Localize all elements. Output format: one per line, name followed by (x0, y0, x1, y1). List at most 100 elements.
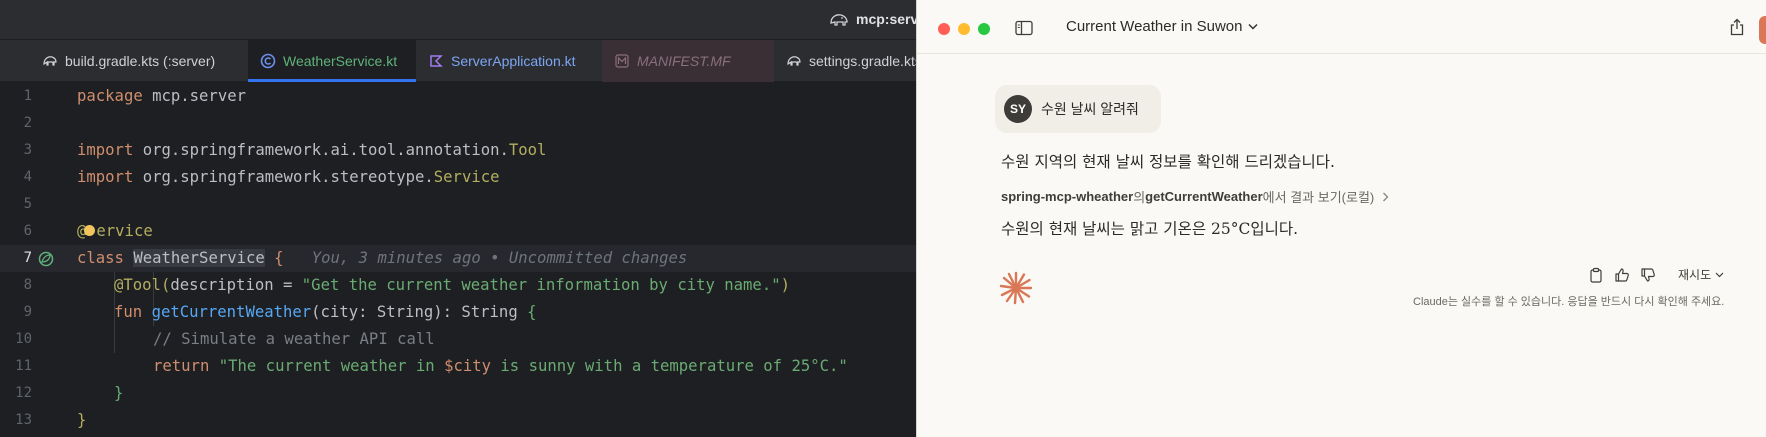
tab-weatherservice-kt[interactable]: WeatherService.kt ✕ (248, 40, 416, 82)
line-number: 11 (15, 358, 32, 374)
manifest-icon (614, 53, 630, 69)
git-blame-inlay: You, 3 minutes ago • Uncommitted changes (311, 249, 688, 267)
code-token: ervice (96, 222, 153, 240)
line-number: 7 (23, 250, 32, 266)
intention-bulb-icon[interactable] (84, 225, 95, 236)
editor-tab-bar: build.gradle.kts (:server) WeatherServic… (0, 40, 920, 82)
code-token: "Get the current weather information by … (301, 276, 781, 294)
tool-server-name: spring-mcp-wheather (1001, 189, 1134, 204)
code-line: 4 import org.springframework.stereotype.… (0, 164, 920, 191)
code-editor[interactable]: 1 package mcp.server 2 3 import org.spri… (0, 83, 920, 437)
line-number: 10 (15, 331, 32, 347)
code-token: import (77, 168, 134, 186)
claude-titlebar: Current Weather in Suwon (917, 0, 1766, 54)
code-token: fun (114, 303, 143, 321)
line-number: 6 (23, 223, 32, 239)
code-text: @Tool(description = "Get the current wea… (114, 272, 790, 299)
code-line: 9 fun getCurrentWeather(city: String): S… (0, 299, 920, 326)
code-line: 6 @ ervice (0, 218, 920, 245)
ide-project-title[interactable]: mcp:server (828, 11, 920, 27)
line-number: 3 (23, 142, 32, 158)
code-token: { (527, 303, 537, 321)
code-token: ( (160, 276, 171, 294)
account-button-edge[interactable] (1759, 16, 1766, 44)
code-text: } (77, 411, 87, 429)
code-line-current: 7 class WeatherService { You, 3 minutes … (0, 245, 920, 272)
chat-title: Current Weather in Suwon (1066, 18, 1243, 35)
code-token: return (153, 357, 210, 375)
tab-label: build.gradle.kts (:server) (65, 53, 216, 69)
disclaimer-text: Claude는 실수를 할 수 있습니다. 응답을 반드시 다시 확인해 주세요… (1413, 296, 1725, 308)
minimize-window-button[interactable] (958, 23, 970, 35)
share-icon[interactable] (1729, 18, 1745, 36)
avatar: SY (1004, 95, 1032, 123)
chevron-down-icon (1715, 272, 1724, 277)
code-token: package (77, 87, 143, 105)
close-window-button[interactable] (938, 23, 950, 35)
gradle-icon (786, 53, 802, 69)
code-token: import (77, 141, 134, 159)
line-number: 2 (23, 115, 32, 131)
code-token: Service (433, 168, 500, 186)
chevron-right-icon (1383, 192, 1389, 201)
code-line: 13 } (0, 407, 920, 434)
chat-title-dropdown[interactable]: Current Weather in Suwon (1066, 18, 1258, 35)
code-token: getCurrentWeather (151, 303, 312, 321)
code-line: 8 @Tool(description = "Get the current w… (0, 272, 920, 299)
code-token: "The current weather in (218, 357, 445, 375)
code-token-highlighted: WeatherService (133, 249, 265, 267)
gradle-icon (42, 53, 58, 69)
tab-label: MANIFEST.MF (637, 53, 731, 69)
code-line: 11 return "The current weather in $city … (0, 353, 920, 380)
tab-build-gradle-server[interactable]: build.gradle.kts (:server) (30, 40, 248, 82)
ide-titlebar: mcp:server (0, 0, 920, 40)
zoom-window-button[interactable] (978, 23, 990, 35)
code-text: import org.springframework.stereotype.Se… (77, 164, 500, 191)
thumbs-down-icon[interactable] (1640, 267, 1656, 283)
tab-settings-gradle-kts[interactable]: settings.gradle.kts (774, 40, 920, 82)
code-text: class WeatherService { You, 3 minutes ag… (77, 245, 687, 272)
assistant-reply-text: 수원의 현재 날씨는 맑고 기온은 25°C입니다. (1001, 220, 1299, 238)
code-line: 5 (0, 191, 920, 218)
code-line: 10 // Simulate a weather API call (0, 326, 920, 353)
code-text: return "The current weather in $city is … (153, 353, 848, 380)
code-token: is sunny with a temperature of 25°C." (491, 357, 848, 375)
code-token: @Tool (114, 276, 161, 294)
line-number: 13 (15, 412, 32, 428)
user-message-text: 수원 날씨 알려줘 (1041, 101, 1139, 117)
tab-serverapplication-kt[interactable]: ServerApplication.kt (416, 40, 602, 82)
code-token: description (170, 276, 274, 294)
tool-suffix: 에서 결과 보기(로컬) (1262, 190, 1375, 205)
code-line: 2 (0, 110, 920, 137)
message-actions: 재시도 (1588, 266, 1724, 283)
code-text: package mcp.server (77, 83, 246, 110)
line-number: 4 (23, 169, 32, 185)
retry-button[interactable]: 재시도 (1678, 266, 1724, 283)
code-token: = (273, 276, 302, 294)
thumbs-up-icon[interactable] (1614, 267, 1630, 283)
line-number: 1 (23, 88, 32, 104)
code-token: Tool (508, 141, 547, 159)
tab-manifest-mf[interactable]: MANIFEST.MF (602, 40, 774, 82)
copy-icon[interactable] (1588, 267, 1604, 283)
user-message: SY 수원 날씨 알려줘 (995, 85, 1161, 133)
sidebar-toggle-icon[interactable] (1015, 20, 1033, 36)
code-token: org.springframework.stereotype. (133, 168, 434, 186)
code-token: ) (780, 276, 790, 294)
ide-project-name: mcp:server (856, 11, 920, 27)
gradle-elephant-icon (830, 14, 848, 26)
code-line: 1 package mcp.server (0, 83, 920, 110)
line-number: 9 (23, 304, 32, 320)
line-number: 8 (23, 277, 32, 293)
code-token: (city: String): String (311, 303, 528, 321)
chevron-down-icon (1248, 24, 1258, 30)
code-token: { (264, 249, 284, 267)
spring-bean-gutter-icon[interactable] (37, 251, 55, 267)
assistant-reply-text: 수원 지역의 현재 날씨 정보를 확인해 드리겠습니다. (1001, 153, 1335, 171)
tool-result-link[interactable]: spring-mcp-wheather 의 getCurrentWeather 에서… (1001, 187, 1389, 206)
code-text: } (114, 384, 124, 402)
kotlin-class-icon (260, 53, 276, 69)
code-line: 3 import org.springframework.ai.tool.ann… (0, 137, 920, 164)
code-token: mcp.server (142, 87, 246, 105)
code-text: // Simulate a weather API call (153, 330, 435, 348)
